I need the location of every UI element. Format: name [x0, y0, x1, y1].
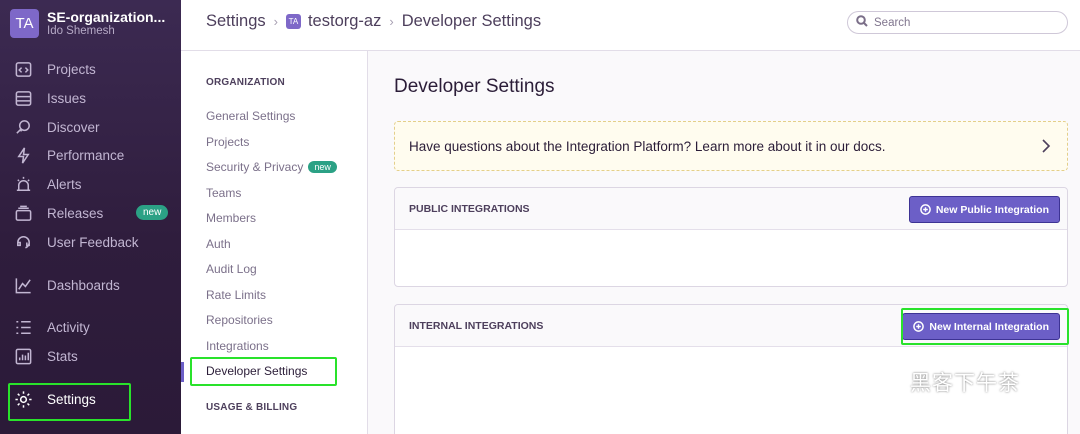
org-avatar-small: TA [285, 14, 301, 29]
chevron-right-icon: › [389, 14, 394, 29]
subnav-item-projects[interactable]: Projects [206, 135, 249, 149]
org-switcher[interactable]: TA SE-organization... Ido Shemesh [10, 9, 165, 38]
subnav-item-repositories[interactable]: Repositories [206, 313, 273, 327]
search-input[interactable] [874, 16, 1054, 29]
subnav-item-label: Security & Privacy [206, 160, 304, 174]
sidebar-item-label: Alerts [47, 176, 82, 192]
watermark: 黑客下午茶 [868, 367, 1020, 397]
subnav-item-teams[interactable]: Teams [206, 186, 241, 200]
search-icon [856, 14, 868, 32]
breadcrumb: Settings › TA testorg-az › Developer Set… [206, 12, 541, 31]
breadcrumb-org[interactable]: testorg-az [308, 12, 381, 31]
dashboards-icon [13, 275, 33, 295]
sidebar: TA SE-organization... Ido Shemesh Projec… [0, 0, 181, 434]
discover-icon [13, 117, 33, 137]
sidebar-item-label: Stats [47, 348, 78, 364]
sidebar-item-label: Projects [47, 61, 96, 77]
sidebar-item-label: Dashboards [47, 277, 120, 293]
sidebar-item-label: Discover [47, 119, 100, 135]
breadcrumb-current: Developer Settings [401, 12, 542, 30]
top-bar: Settings › TA testorg-az › Developer Set… [181, 0, 1080, 51]
sidebar-item-label: Issues [47, 90, 87, 106]
highlight-developer-settings [190, 357, 337, 386]
subnav-item-integrations[interactable]: Integrations [206, 339, 269, 353]
search-box[interactable] [847, 11, 1068, 34]
org-avatar: TA [10, 9, 39, 38]
panel-title: INTERNAL INTEGRATIONS [409, 319, 544, 332]
org-name: SE-organization... [47, 8, 166, 25]
sidebar-item-alerts[interactable]: Alerts [0, 171, 181, 197]
sidebar-item-label: Releases [47, 205, 104, 221]
stats-icon [13, 346, 33, 366]
alert-text: Have questions about the Integration Pla… [409, 138, 886, 154]
highlight-settings [8, 383, 131, 421]
sidebar-item-activity[interactable]: Activity [0, 314, 181, 340]
sidebar-item-projects[interactable]: Projects [0, 56, 181, 82]
page-title: Developer Settings [394, 76, 555, 97]
panel-title: PUBLIC INTEGRATIONS [409, 202, 530, 215]
releases-icon [13, 203, 33, 223]
sidebar-item-label: User Feedback [47, 234, 139, 250]
sidebar-item-user-feedback[interactable]: User Feedback [0, 229, 181, 255]
new-badge: new [308, 161, 337, 173]
performance-icon [13, 145, 33, 165]
subnav-section-usage-billing: USAGE & BILLING [206, 402, 298, 413]
chevron-right-icon: › [273, 14, 278, 29]
projects-icon [13, 59, 33, 79]
activity-icon [13, 317, 33, 337]
panel-header: PUBLIC INTEGRATIONS New Public Integrati… [395, 188, 1067, 230]
issues-icon [13, 88, 33, 108]
add-circle-icon [919, 204, 931, 215]
subnav-item-general-settings[interactable]: General Settings [206, 109, 295, 123]
wechat-icon [869, 368, 903, 395]
sidebar-item-stats[interactable]: Stats [0, 343, 181, 369]
user-name: Ido Shemesh [47, 24, 115, 37]
sidebar-item-label: Performance [47, 147, 125, 163]
chevron-right-icon [1039, 138, 1053, 154]
docs-alert[interactable]: Have questions about the Integration Pla… [394, 121, 1068, 171]
new-public-integration-button[interactable]: New Public Integration [908, 196, 1060, 223]
watermark-text: 黑客下午茶 [910, 372, 1020, 395]
subnav-item-rate-limits[interactable]: Rate Limits [206, 288, 266, 302]
subnav-item-audit-log[interactable]: Audit Log [206, 262, 257, 276]
sidebar-item-dashboards[interactable]: Dashboards [0, 272, 181, 298]
sidebar-item-releases[interactable]: Releases new [0, 200, 181, 226]
button-label: New Public Integration [935, 203, 1049, 216]
subnav-section-organization: ORGANIZATION [206, 77, 285, 88]
subnav-item-security-privacy[interactable]: Security & Privacy new [206, 160, 337, 174]
breadcrumb-settings[interactable]: Settings [206, 12, 266, 31]
new-badge: new [136, 205, 169, 220]
highlight-new-internal-integration [901, 308, 1069, 345]
alerts-icon [13, 174, 33, 194]
public-integrations-panel: PUBLIC INTEGRATIONS New Public Integrati… [394, 187, 1068, 287]
sidebar-item-performance[interactable]: Performance [0, 142, 181, 168]
sidebar-item-label: Activity [47, 319, 90, 335]
sidebar-item-discover[interactable]: Discover [0, 114, 181, 140]
active-indicator [181, 362, 184, 382]
sidebar-item-issues[interactable]: Issues [0, 85, 181, 111]
user-feedback-icon [13, 232, 33, 252]
subnav-item-members[interactable]: Members [206, 211, 256, 225]
subnav-item-auth[interactable]: Auth [206, 237, 231, 251]
